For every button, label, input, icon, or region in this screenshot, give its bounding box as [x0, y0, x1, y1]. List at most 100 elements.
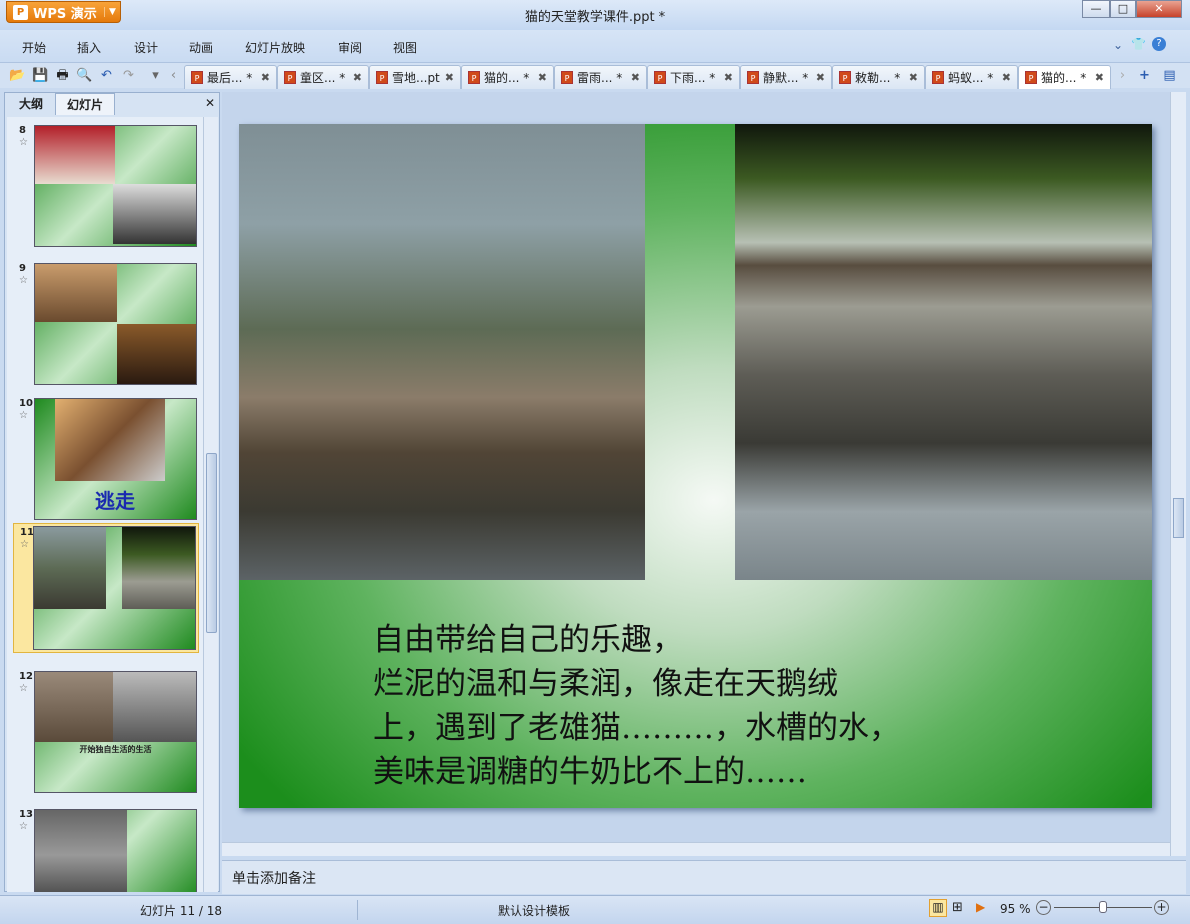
ppt-file-icon: P — [376, 71, 388, 84]
thumbnail-caption: 开始独自生活的生活 — [79, 745, 152, 754]
doc-tab[interactable]: P 下雨... * ✖ — [647, 65, 740, 89]
tab-label: 童区... * — [300, 71, 346, 85]
slides-panel: 大纲 幻灯片 ✕ 8 ☆ 9 ☆ 10 ☆ 逃走 11 ☆ 12 ☆ 开始独自生… — [4, 92, 220, 892]
notes-placeholder: 单击添加备注 — [232, 871, 316, 887]
animation-star-icon: ☆ — [20, 539, 29, 550]
slide-number: 11 — [20, 527, 34, 538]
menu-home[interactable]: 开始 — [22, 39, 46, 56]
slide-sorter-icon[interactable]: ⊞ — [952, 900, 963, 915]
close-tab-icon[interactable]: ✖ — [724, 71, 733, 84]
tab-label: 静默... * — [763, 71, 809, 85]
slide-number: 8 — [19, 125, 26, 136]
save-icon[interactable]: 💾 — [32, 67, 49, 84]
zoom-slider-thumb[interactable] — [1099, 901, 1107, 913]
slide-vertical-scrollbar[interactable] — [1170, 92, 1186, 856]
undo-icon[interactable]: ↶ — [98, 67, 115, 84]
scrollbar-thumb[interactable] — [206, 453, 217, 633]
menu-slideshow[interactable]: 幻灯片放映 — [245, 39, 305, 56]
collapse-ribbon-icon[interactable]: ⌄ — [1113, 38, 1123, 52]
menu-insert[interactable]: 插入 — [77, 39, 101, 56]
ppt-file-icon: P — [284, 71, 296, 84]
scroll-tabs-left-icon[interactable]: ‹ — [165, 67, 182, 84]
slide-text-line: 烂泥的温和与柔润，像走在天鹅绒 — [373, 666, 838, 702]
scrollbar-thumb[interactable] — [1173, 498, 1184, 538]
kitten-on-plank-photo[interactable] — [735, 124, 1152, 580]
slide-text-line: 美味是调糖的牛奶比不上的…… — [373, 754, 807, 790]
doc-tab[interactable]: P 雷雨... * ✖ — [554, 65, 647, 89]
ppt-file-icon: P — [1025, 71, 1037, 84]
slide-number: 10 — [19, 398, 33, 409]
scroll-tabs-right-icon[interactable]: › — [1114, 67, 1131, 84]
doc-tab[interactable]: P 蚂蚁... * ✖ — [925, 65, 1018, 89]
doc-tab[interactable]: P 猫的... * ✖ — [461, 65, 554, 89]
close-tab-icon[interactable]: ✖ — [1002, 71, 1011, 84]
close-tab-icon[interactable]: ✖ — [909, 71, 918, 84]
doc-tab[interactable]: P 童区... * ✖ — [277, 65, 369, 89]
tab-label: 雪地...pt — [392, 71, 440, 85]
tab-label: 蚂蚁... * — [948, 71, 994, 85]
doc-tab[interactable]: P 敕勒... * ✖ — [832, 65, 925, 89]
animation-star-icon: ☆ — [19, 275, 28, 286]
ppt-file-icon: P — [932, 71, 944, 84]
zoom-level: 95 % — [1000, 902, 1031, 916]
tab-list-icon[interactable]: ▤ — [1161, 67, 1178, 84]
normal-view-icon[interactable]: ▥ — [929, 899, 947, 917]
ppt-file-icon: P — [191, 71, 203, 84]
close-panel-icon[interactable]: ✕ — [205, 96, 215, 110]
doc-tab[interactable]: P 最后... * ✖ — [184, 65, 277, 89]
menu-design[interactable]: 设计 — [134, 39, 158, 56]
slide-counter: 幻灯片 11 / 18 — [140, 904, 223, 918]
tab-label: 猫的... * — [1041, 71, 1087, 85]
skin-shirt-icon[interactable]: 👕 — [1131, 37, 1146, 51]
tab-label: 猫的... * — [484, 71, 530, 85]
zoom-out-button[interactable]: − — [1036, 900, 1051, 915]
tab-slides[interactable]: 幻灯片 — [55, 93, 115, 115]
doc-tab[interactable]: P 静默... * ✖ — [740, 65, 832, 89]
animation-star-icon: ☆ — [19, 683, 28, 694]
close-tab-icon[interactable]: ✖ — [261, 71, 270, 84]
close-tab-icon[interactable]: ✖ — [538, 71, 547, 84]
doc-tab[interactable]: P 雪地...pt ✖ — [369, 65, 461, 89]
slide-horizontal-scrollbar[interactable] — [222, 842, 1170, 856]
notes-pane[interactable]: 单击添加备注 — [222, 860, 1186, 894]
redo-icon[interactable]: ↷ — [120, 67, 137, 84]
open-icon[interactable]: 📂 — [9, 67, 26, 84]
tab-outline[interactable]: 大纲 — [9, 93, 53, 115]
tab-label: 最后... * — [207, 71, 253, 85]
thumbnail-list: 8 ☆ 9 ☆ 10 ☆ 逃走 11 ☆ 12 ☆ 开始独自生活的生活 13 ☆ — [7, 117, 203, 892]
slide-text-box[interactable]: 自由带给自己的乐趣， 烂泥的温和与柔润，像走在天鹅绒 上，遇到了老雄猫………，水… — [373, 618, 900, 794]
slideshow-icon[interactable]: ▶ — [976, 900, 985, 914]
slide-text-line: 自由带给自己的乐趣， — [373, 622, 683, 658]
divider — [357, 900, 358, 920]
tab-label: 敕勒... * — [855, 71, 901, 85]
thumbnail-scrollbar[interactable] — [203, 117, 218, 892]
menu-animation[interactable]: 动画 — [189, 39, 213, 56]
menu-review[interactable]: 审阅 — [338, 39, 362, 56]
ppt-file-icon: P — [747, 71, 759, 84]
minimize-button[interactable]: — — [1082, 0, 1110, 18]
close-tab-icon[interactable]: ✖ — [816, 71, 825, 84]
help-icon[interactable]: ? — [1152, 37, 1166, 51]
new-tab-icon[interactable]: + — [1136, 67, 1153, 84]
close-tab-icon[interactable]: ✖ — [353, 71, 362, 84]
doc-tab-active[interactable]: P 猫的... * ✖ — [1018, 65, 1111, 89]
close-button[interactable]: ✕ — [1136, 0, 1182, 18]
zoom-in-button[interactable]: + — [1154, 900, 1169, 915]
print-icon[interactable]: 🖶 — [54, 67, 71, 84]
close-tab-icon[interactable]: ✖ — [631, 71, 640, 84]
close-tab-icon[interactable]: ✖ — [1095, 71, 1104, 84]
customize-toolbar-icon[interactable]: ▾ — [147, 67, 164, 84]
print-preview-icon[interactable]: 🔍 — [76, 67, 93, 84]
animation-star-icon: ☆ — [19, 410, 28, 421]
document-title: 猫的天堂教学课件.ppt * — [524, 10, 666, 25]
thumbnail-slide-11-selected[interactable]: 11 ☆ — [13, 523, 199, 653]
slide-number: 9 — [19, 263, 26, 274]
animation-star-icon: ☆ — [19, 137, 28, 148]
kittens-by-water-photo[interactable] — [239, 124, 645, 580]
ppt-file-icon: P — [468, 71, 480, 84]
menu-bar: 开始 插入 设计 动画 幻灯片放映 审阅 视图 ⌄ 👕 ? — [0, 30, 1190, 62]
menu-view[interactable]: 视图 — [393, 39, 417, 56]
tab-label: 雷雨... * — [577, 71, 623, 85]
close-tab-icon[interactable]: ✖ — [445, 71, 454, 84]
maximize-button[interactable]: □ — [1110, 0, 1136, 18]
